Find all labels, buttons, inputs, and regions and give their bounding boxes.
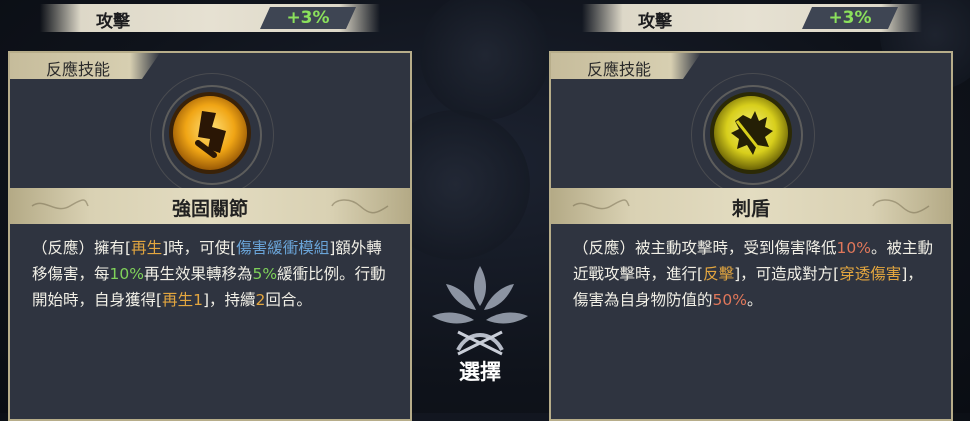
stat-bar-left: 攻擊 +3% bbox=[40, 4, 380, 32]
skill-name-band: 刺盾 bbox=[551, 188, 951, 224]
description-segment: 。 bbox=[746, 291, 763, 309]
select-button[interactable]: 選擇 bbox=[430, 356, 530, 386]
description-segment: 反擊 bbox=[703, 265, 735, 283]
spiked-shield-icon bbox=[709, 91, 793, 175]
description-segment: 再生1 bbox=[162, 291, 203, 309]
description-segment: ]，可造成對方[ bbox=[734, 265, 840, 283]
skill-description: （反應）被主動攻擊時，受到傷害降低10%。被主動近戰攻擊時，進行[反擊]，可造成… bbox=[573, 235, 933, 313]
skill-description: （反應）擁有[再生]時，可使[傷害緩衝模組]額外轉移傷害，每10%再生效果轉移為… bbox=[32, 235, 392, 313]
description-segment: （反應）擁有[ bbox=[32, 239, 132, 257]
staff-sigil-icon bbox=[168, 91, 252, 175]
description-segment: 2 bbox=[255, 291, 266, 309]
description-segment: ]，持續 bbox=[202, 291, 256, 309]
ornament-icon bbox=[331, 199, 389, 214]
description-segment: 再生 bbox=[131, 239, 163, 257]
description-segment: 回合。 bbox=[265, 291, 312, 309]
description-segment: ]時，可使[ bbox=[162, 239, 237, 257]
description-segment: 再生效果轉移為 bbox=[143, 265, 253, 283]
background-orb bbox=[420, 0, 550, 120]
card-tag: 反應技能 bbox=[10, 53, 160, 79]
stat-label: 攻擊 bbox=[96, 12, 130, 32]
stat-label: 攻擊 bbox=[638, 12, 672, 32]
ornament-icon bbox=[872, 199, 930, 214]
description-segment: 穿透傷害 bbox=[839, 265, 902, 283]
stat-bar-right: 攻擊 +3% bbox=[582, 4, 922, 32]
stat-value: +3% bbox=[260, 7, 356, 29]
description-segment: 10% bbox=[836, 239, 871, 257]
description-segment: （反應）被主動攻擊時，受到傷害降低 bbox=[573, 239, 837, 257]
stat-value: +3% bbox=[802, 7, 898, 29]
leaf-crest-icon[interactable] bbox=[428, 258, 532, 358]
skill-card-right[interactable]: 反應技能 刺盾 （反應）被主動攻擊時，受到傷害降低10%。被主動近戰攻擊時，進行… bbox=[549, 51, 953, 421]
description-segment: 傷害緩衝模組 bbox=[236, 239, 330, 257]
description-segment: 50% bbox=[712, 291, 747, 309]
description-segment: 5% bbox=[252, 265, 278, 283]
description-segment: 10% bbox=[109, 265, 144, 283]
skill-card-left[interactable]: 反應技能 強固關節 （反應）擁有[再生]時，可使[傷害緩衝模組]額外轉移傷害，每… bbox=[8, 51, 412, 421]
card-tag: 反應技能 bbox=[551, 53, 701, 79]
skill-name-band: 強固關節 bbox=[10, 188, 410, 224]
